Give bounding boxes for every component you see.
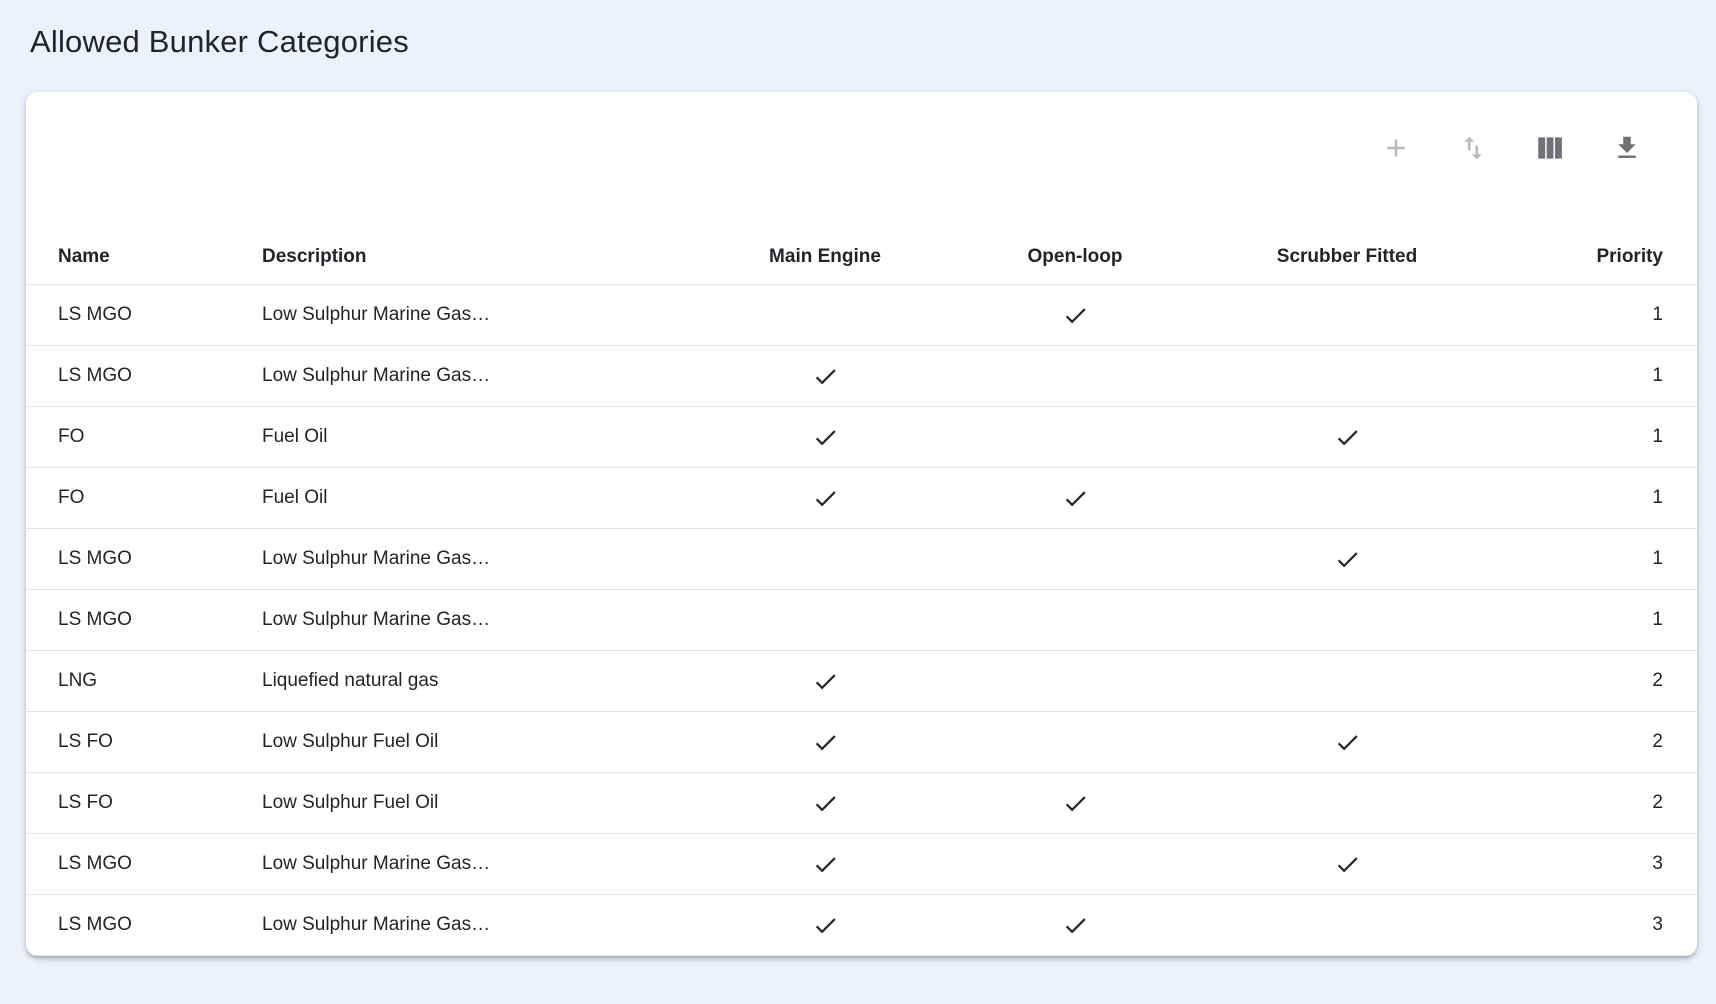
cell-name: LS FO bbox=[58, 731, 262, 753]
cell-scrubber-fitted bbox=[1200, 546, 1494, 573]
sort-button[interactable] bbox=[1451, 126, 1495, 170]
cell-priority: 2 bbox=[1494, 670, 1663, 692]
cell-name: LNG bbox=[58, 670, 262, 692]
check-icon bbox=[1062, 790, 1089, 817]
cell-name: LS MGO bbox=[58, 304, 262, 326]
page: Allowed Bunker Categories bbox=[0, 0, 1716, 956]
cell-description: Low Sulphur Marine Gas… bbox=[262, 304, 700, 326]
table-body: LS MGO Low Sulphur Marine Gas… 1 LS MGO bbox=[26, 285, 1697, 956]
cell-description: Low Sulphur Fuel Oil bbox=[262, 731, 700, 753]
columns-icon bbox=[1535, 133, 1565, 163]
cell-description: Low Sulphur Marine Gas… bbox=[262, 609, 700, 631]
cell-description: Low Sulphur Fuel Oil bbox=[262, 792, 700, 814]
table-row[interactable]: LNG Liquefied natural gas 2 bbox=[26, 651, 1697, 712]
cell-priority: 3 bbox=[1494, 853, 1663, 875]
cell-name: LS MGO bbox=[58, 609, 262, 631]
check-icon bbox=[812, 424, 839, 451]
check-icon bbox=[812, 912, 839, 939]
check-icon bbox=[812, 729, 839, 756]
page-title: Allowed Bunker Categories bbox=[30, 22, 1697, 62]
check-icon bbox=[1062, 302, 1089, 329]
table-row[interactable]: LS MGO Low Sulphur Marine Gas… 1 bbox=[26, 590, 1697, 651]
cell-description: Low Sulphur Marine Gas… bbox=[262, 914, 700, 936]
cell-open-loop bbox=[950, 790, 1200, 817]
check-icon bbox=[812, 668, 839, 695]
cell-main-engine bbox=[700, 485, 950, 512]
table-row[interactable]: FO Fuel Oil 1 bbox=[26, 468, 1697, 529]
table-header-row: Name Description Main Engine Open-loop S… bbox=[26, 229, 1697, 285]
table-row[interactable]: LS MGO Low Sulphur Marine Gas… 3 bbox=[26, 895, 1697, 956]
sort-arrows-icon bbox=[1458, 133, 1488, 163]
column-header-priority[interactable]: Priority bbox=[1494, 246, 1663, 268]
cell-name: FO bbox=[58, 487, 262, 509]
cell-scrubber-fitted bbox=[1200, 424, 1494, 451]
cell-scrubber-fitted bbox=[1200, 729, 1494, 756]
cell-priority: 1 bbox=[1494, 426, 1663, 448]
check-icon bbox=[1334, 546, 1361, 573]
column-header-name[interactable]: Name bbox=[58, 246, 262, 268]
column-header-main-engine[interactable]: Main Engine bbox=[700, 246, 950, 268]
column-header-description[interactable]: Description bbox=[262, 246, 700, 268]
cell-description: Low Sulphur Marine Gas… bbox=[262, 548, 700, 570]
column-header-open-loop[interactable]: Open-loop bbox=[950, 246, 1200, 268]
check-icon bbox=[1334, 729, 1361, 756]
check-icon bbox=[812, 851, 839, 878]
cell-description: Low Sulphur Marine Gas… bbox=[262, 853, 700, 875]
check-icon bbox=[1334, 424, 1361, 451]
cell-main-engine bbox=[700, 790, 950, 817]
bunker-categories-card: Name Description Main Engine Open-loop S… bbox=[26, 92, 1697, 956]
check-icon bbox=[812, 790, 839, 817]
table-row[interactable]: LS MGO Low Sulphur Marine Gas… 1 bbox=[26, 346, 1697, 407]
cell-name: LS MGO bbox=[58, 365, 262, 387]
cell-priority: 1 bbox=[1494, 548, 1663, 570]
cell-priority: 1 bbox=[1494, 609, 1663, 631]
check-icon bbox=[812, 485, 839, 512]
table-row[interactable]: LS FO Low Sulphur Fuel Oil 2 bbox=[26, 712, 1697, 773]
columns-button[interactable] bbox=[1528, 126, 1572, 170]
check-icon bbox=[812, 363, 839, 390]
cell-main-engine bbox=[700, 668, 950, 695]
cell-priority: 1 bbox=[1494, 304, 1663, 326]
cell-scrubber-fitted bbox=[1200, 851, 1494, 878]
cell-name: LS MGO bbox=[58, 853, 262, 875]
cell-main-engine bbox=[700, 851, 950, 878]
cell-open-loop bbox=[950, 485, 1200, 512]
cell-description: Low Sulphur Marine Gas… bbox=[262, 365, 700, 387]
cell-main-engine bbox=[700, 363, 950, 390]
cell-open-loop bbox=[950, 302, 1200, 329]
cell-priority: 1 bbox=[1494, 487, 1663, 509]
download-button[interactable] bbox=[1605, 126, 1649, 170]
cell-name: LS MGO bbox=[58, 914, 262, 936]
cell-description: Liquefied natural gas bbox=[262, 670, 700, 692]
cell-priority: 2 bbox=[1494, 792, 1663, 814]
column-header-scrubber-fitted[interactable]: Scrubber Fitted bbox=[1200, 246, 1494, 268]
check-icon bbox=[1062, 485, 1089, 512]
cell-open-loop bbox=[950, 912, 1200, 939]
cell-priority: 2 bbox=[1494, 731, 1663, 753]
cell-priority: 1 bbox=[1494, 365, 1663, 387]
table-row[interactable]: LS MGO Low Sulphur Marine Gas… 1 bbox=[26, 529, 1697, 590]
table-toolbar bbox=[26, 92, 1697, 229]
check-icon bbox=[1062, 912, 1089, 939]
cell-name: LS FO bbox=[58, 792, 262, 814]
cell-main-engine bbox=[700, 729, 950, 756]
cell-main-engine bbox=[700, 912, 950, 939]
cell-priority: 3 bbox=[1494, 914, 1663, 936]
check-icon bbox=[1334, 851, 1361, 878]
download-icon bbox=[1612, 133, 1642, 163]
table-row[interactable]: LS MGO Low Sulphur Marine Gas… 1 bbox=[26, 285, 1697, 346]
cell-description: Fuel Oil bbox=[262, 426, 700, 448]
cell-main-engine bbox=[700, 424, 950, 451]
table-row[interactable]: FO Fuel Oil 1 bbox=[26, 407, 1697, 468]
table-row[interactable]: LS MGO Low Sulphur Marine Gas… 3 bbox=[26, 834, 1697, 895]
add-button[interactable] bbox=[1374, 126, 1418, 170]
cell-name: FO bbox=[58, 426, 262, 448]
cell-name: LS MGO bbox=[58, 548, 262, 570]
plus-icon bbox=[1381, 133, 1411, 163]
cell-description: Fuel Oil bbox=[262, 487, 700, 509]
table-row[interactable]: LS FO Low Sulphur Fuel Oil 2 bbox=[26, 773, 1697, 834]
